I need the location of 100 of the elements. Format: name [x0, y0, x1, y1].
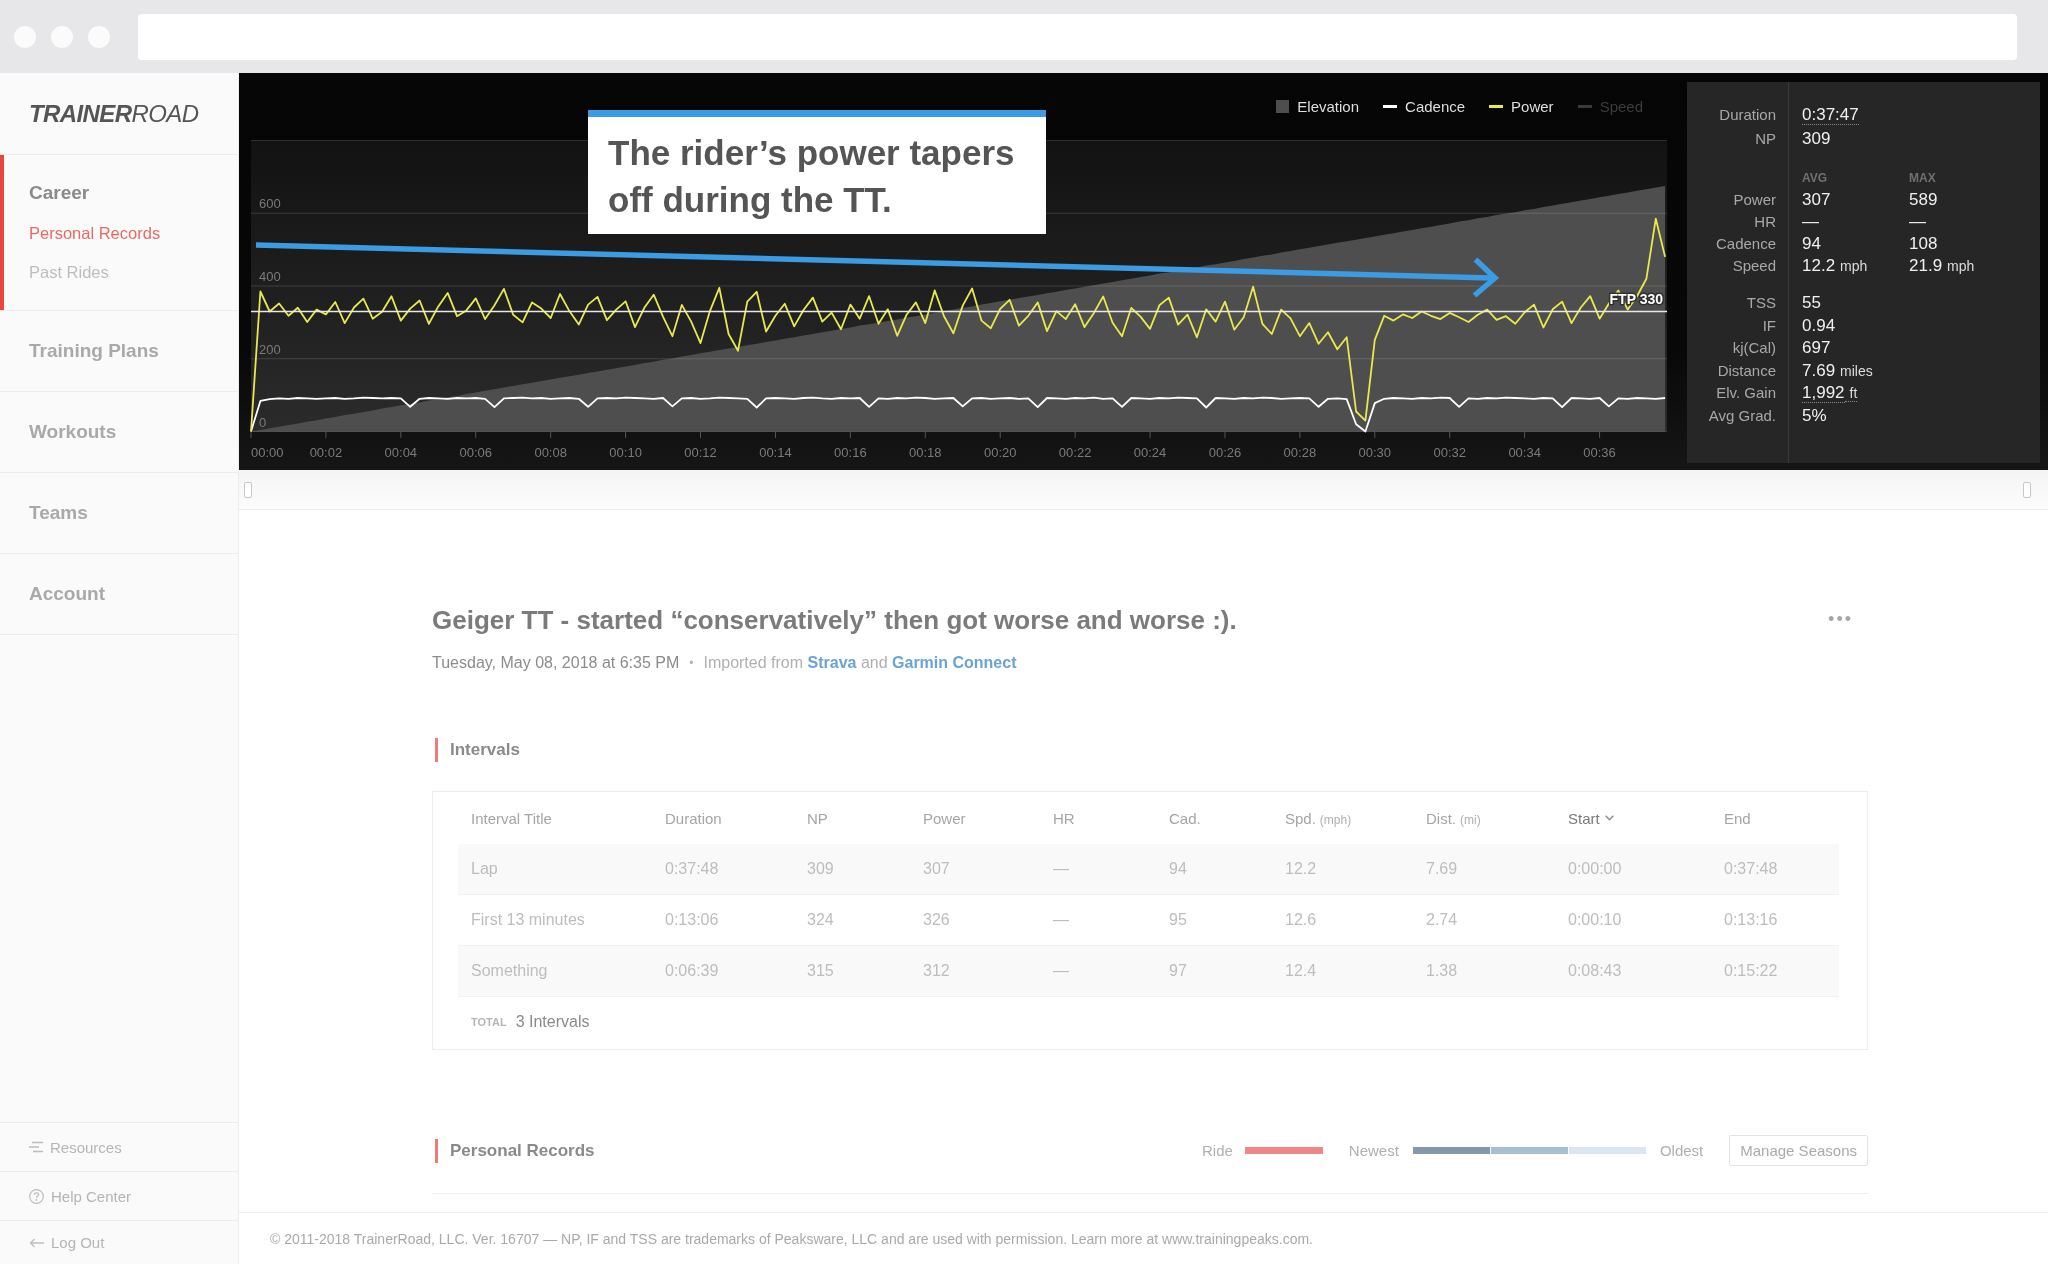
stat-label: Avg Grad. — [1707, 405, 1777, 426]
legend-item[interactable]: Cadence — [1383, 97, 1466, 116]
import-note: Imported from Strava and Garmin Connect — [703, 653, 1017, 673]
table-cell-text: 0:00:10 — [1567, 911, 1623, 929]
column-header[interactable]: Spd. (mph) — [1272, 809, 1413, 827]
stat-value: 697 — [1802, 338, 1831, 357]
table-cell-text: 0:13:16 — [1723, 911, 1779, 929]
column-header[interactable]: HR — [1040, 809, 1156, 827]
stat-label: kj(Cal) — [1731, 338, 1777, 358]
stat-label: NP — [1754, 129, 1777, 149]
unit-label: (mi) — [1460, 812, 1481, 827]
table-cell-text: 95 — [1168, 911, 1188, 929]
x-axis-label: 00:04 — [384, 445, 418, 460]
nav-link[interactable]: Teams — [29, 501, 88, 525]
column-header[interactable]: Dist. (mi) — [1413, 809, 1555, 827]
stat-label: Cadence — [1714, 234, 1777, 254]
stat-label: Distance — [1716, 360, 1777, 381]
table-cell-text: 12.4 — [1284, 962, 1318, 980]
x-axis-label: 00:12 — [684, 445, 717, 460]
stat-value: — — [1802, 212, 1819, 231]
logo[interactable]: TRAINERROAD — [29, 99, 199, 128]
nav-link[interactable]: Workouts — [29, 420, 117, 444]
table-cell-text: 0:37:48 — [1723, 860, 1779, 878]
stat-value: 21.9 — [1909, 256, 1943, 275]
stat-label: IF — [1761, 315, 1777, 336]
nav-sublink[interactable]: Personal Records — [29, 222, 161, 244]
sidebar-footer-link[interactable]: Resources — [0, 1123, 238, 1171]
table-cell-text: 326 — [922, 911, 951, 929]
section-heading: Intervals — [435, 738, 520, 762]
stat-value: 1,992 — [1802, 383, 1845, 403]
table-cell-text: 0:37:48 — [664, 860, 720, 878]
table-cell-text: 1.38 — [1425, 962, 1459, 980]
total-label: TOTAL — [471, 1016, 507, 1028]
legend-label: Oldest — [1659, 1142, 1704, 1159]
total-value: 3 Intervals — [515, 1013, 590, 1031]
range-handle[interactable] — [2023, 481, 2031, 498]
x-axis-label: 00:00 — [251, 445, 284, 460]
table-cell-text: 312 — [922, 962, 951, 980]
x-axis-label: 00:32 — [1433, 445, 1466, 460]
activity-title: Geiger TT - started “conservatively” then got worse and worse :). — [432, 604, 1237, 637]
table-cell-text: 0:00:00 — [1567, 860, 1623, 878]
unit-label: (mph) — [1319, 812, 1352, 827]
stat-value: — — [1909, 212, 1926, 231]
range-handle[interactable] — [244, 481, 252, 498]
manage-seasons-button[interactable]: Manage Seasons — [1729, 1135, 1868, 1166]
table-cell-text: 94 — [1168, 860, 1188, 878]
legend-item[interactable]: Elevation — [1276, 97, 1360, 116]
legend-label: Ride — [1202, 1142, 1233, 1159]
table-cell-text: — — [1052, 911, 1070, 929]
unit-label: mph — [1946, 258, 1975, 274]
x-axis-label: 00:18 — [909, 445, 942, 460]
table-cell-text: 7.69 — [1425, 860, 1459, 878]
table-cell-text: 315 — [806, 962, 835, 980]
column-header[interactable]: Interval Title — [458, 809, 652, 827]
range-selector[interactable] — [239, 470, 2048, 510]
stat-value: 309 — [1802, 129, 1831, 148]
table-cell-text: First 13 minutes — [470, 911, 586, 929]
table-cell-text: 307 — [922, 860, 951, 878]
column-header[interactable]: NP — [794, 809, 910, 827]
x-axis-label: 00:34 — [1508, 445, 1541, 460]
column-header[interactable]: Power — [910, 809, 1040, 827]
more-button[interactable]: ••• — [1828, 609, 1853, 629]
sidebar-footer-link[interactable]: Help Center — [0, 1172, 238, 1220]
legend-item[interactable]: Speed — [1577, 97, 1643, 116]
y-axis-label: 200 — [259, 341, 281, 357]
table-cell-text: 324 — [806, 911, 835, 929]
x-axis-label: 00:24 — [1133, 445, 1167, 460]
caret-icon — [1604, 815, 1614, 821]
column-header[interactable]: End — [1711, 809, 1839, 827]
x-axis-label: 00:14 — [759, 445, 792, 460]
nav-link[interactable]: Training Plans — [29, 339, 159, 363]
nav-link[interactable]: Career — [29, 181, 90, 205]
table-cell-text: 97 — [1168, 962, 1188, 980]
y-axis-label: 0 — [259, 414, 267, 430]
stat-label: Duration — [1718, 105, 1777, 125]
source-link[interactable]: Garmin Connect — [892, 654, 1017, 671]
table-cell-text: 12.2 — [1284, 860, 1318, 878]
x-axis-label: 00:26 — [1208, 445, 1242, 460]
address-bar[interactable] — [138, 13, 2017, 60]
stat-label: Elv. Gain — [1715, 383, 1777, 403]
table-cell-text: 12.6 — [1284, 911, 1318, 929]
source-link[interactable]: Strava — [807, 654, 857, 671]
sidebar-footer-link[interactable]: Log Out — [0, 1221, 238, 1264]
unit-label: mph — [1839, 258, 1868, 274]
stat-label: TSS — [1745, 293, 1777, 313]
nav-sublink[interactable]: Past Rides — [29, 261, 109, 283]
x-axis-label: 00:10 — [609, 445, 642, 460]
y-axis-label: 400 — [259, 269, 281, 284]
table-cell-text: — — [1052, 962, 1070, 980]
ride-date: Tuesday, May 08, 2018 at 6:35 PM — [432, 653, 680, 673]
nav-link[interactable]: Account — [29, 582, 105, 606]
bullet-separator: • — [689, 655, 694, 672]
column-header[interactable]: Start — [1555, 809, 1711, 827]
column-header[interactable]: Cad. — [1156, 809, 1272, 827]
stat-value: 94 — [1802, 234, 1821, 253]
x-axis-label: 00:08 — [534, 445, 567, 460]
stat-label: HR — [1753, 212, 1777, 232]
x-axis-label: 00:20 — [983, 445, 1017, 460]
legend-item[interactable]: Power — [1489, 97, 1554, 116]
column-header[interactable]: Duration — [652, 809, 794, 827]
